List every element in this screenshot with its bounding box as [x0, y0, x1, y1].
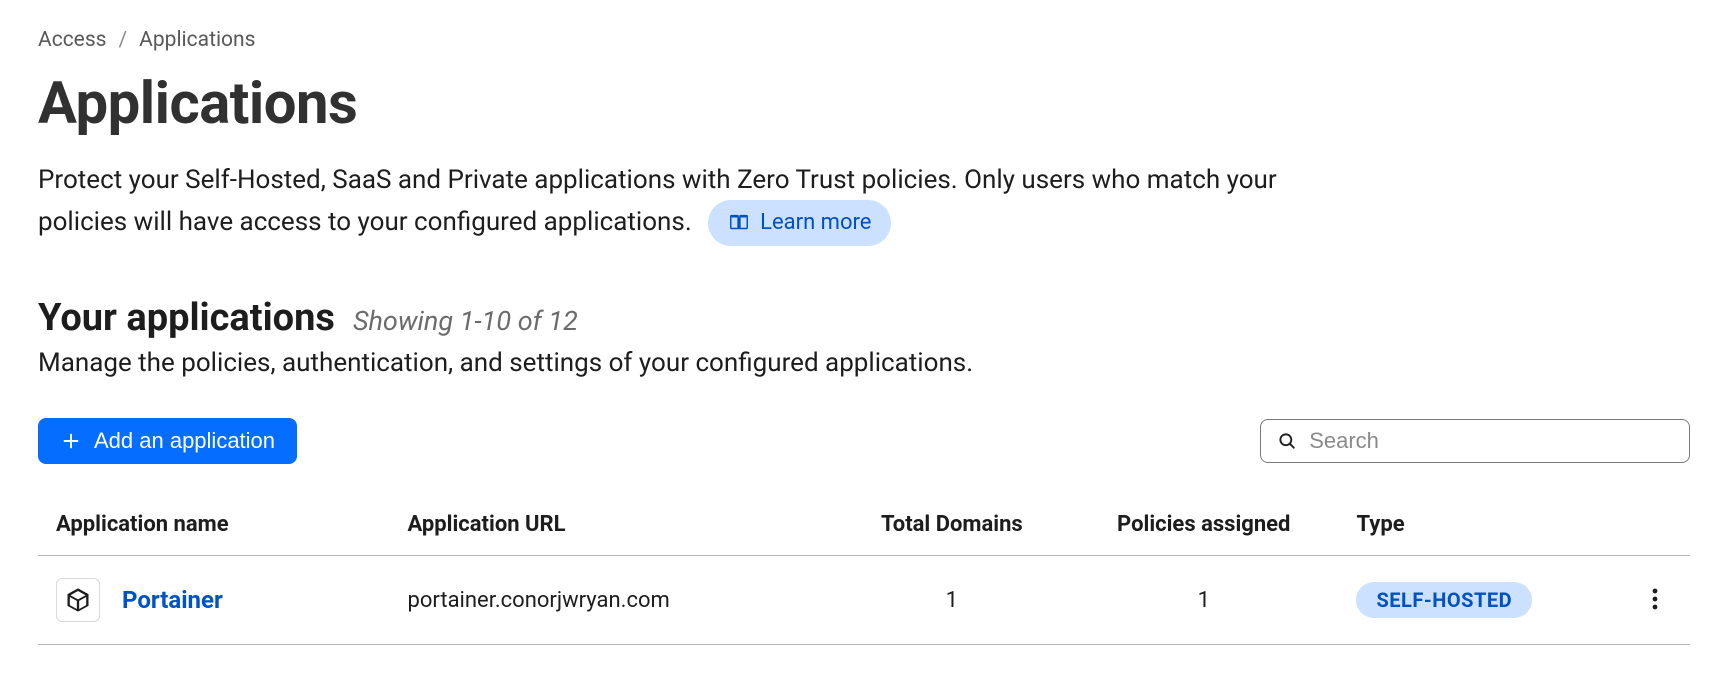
table-row: Portainer portainer.conorjwryan.com 1 1 …	[38, 556, 1690, 645]
col-header-url: Application URL	[389, 512, 834, 556]
toolbar: Add an application	[38, 418, 1690, 464]
breadcrumb-current: Applications	[139, 28, 255, 52]
search-input[interactable]	[1309, 428, 1673, 454]
search-icon	[1277, 430, 1297, 452]
col-header-policies: Policies assigned	[1069, 512, 1338, 556]
app-name-link[interactable]: Portainer	[122, 586, 223, 614]
row-actions-button[interactable]	[1646, 581, 1664, 620]
col-header-type: Type	[1338, 512, 1619, 556]
applications-table: Application name Application URL Total D…	[38, 512, 1690, 645]
breadcrumb-parent[interactable]: Access	[38, 28, 107, 52]
section-header: Your applications Showing 1-10 of 12	[38, 296, 1690, 340]
breadcrumb: Access / Applications	[38, 28, 1690, 52]
page-description: Protect your Self-Hosted, SaaS and Priva…	[38, 160, 1298, 246]
app-url-cell: portainer.conorjwryan.com	[389, 556, 834, 645]
search-box[interactable]	[1260, 419, 1690, 463]
section-showing-count: Showing 1-10 of 12	[353, 305, 578, 337]
book-icon	[728, 212, 750, 234]
plus-icon	[60, 430, 82, 452]
app-domains-cell: 1	[835, 556, 1069, 645]
section-subtitle: Manage the policies, authentication, and…	[38, 348, 1690, 378]
col-header-actions	[1620, 512, 1690, 556]
breadcrumb-separator: /	[119, 28, 128, 52]
app-icon	[56, 578, 100, 622]
page-title: Applications	[38, 70, 1690, 138]
add-application-label: Add an application	[94, 428, 275, 454]
col-header-name: Application name	[38, 512, 389, 556]
learn-more-button[interactable]: Learn more	[708, 200, 891, 246]
dots-vertical-icon	[1652, 587, 1658, 611]
cube-icon	[64, 586, 92, 614]
add-application-button[interactable]: Add an application	[38, 418, 297, 464]
page-description-text: Protect your Self-Hosted, SaaS and Priva…	[38, 165, 1277, 237]
section-title: Your applications	[38, 296, 335, 340]
learn-more-label: Learn more	[760, 206, 871, 240]
type-badge: SELF-HOSTED	[1356, 582, 1532, 618]
col-header-domains: Total Domains	[835, 512, 1069, 556]
app-policies-cell: 1	[1069, 556, 1338, 645]
